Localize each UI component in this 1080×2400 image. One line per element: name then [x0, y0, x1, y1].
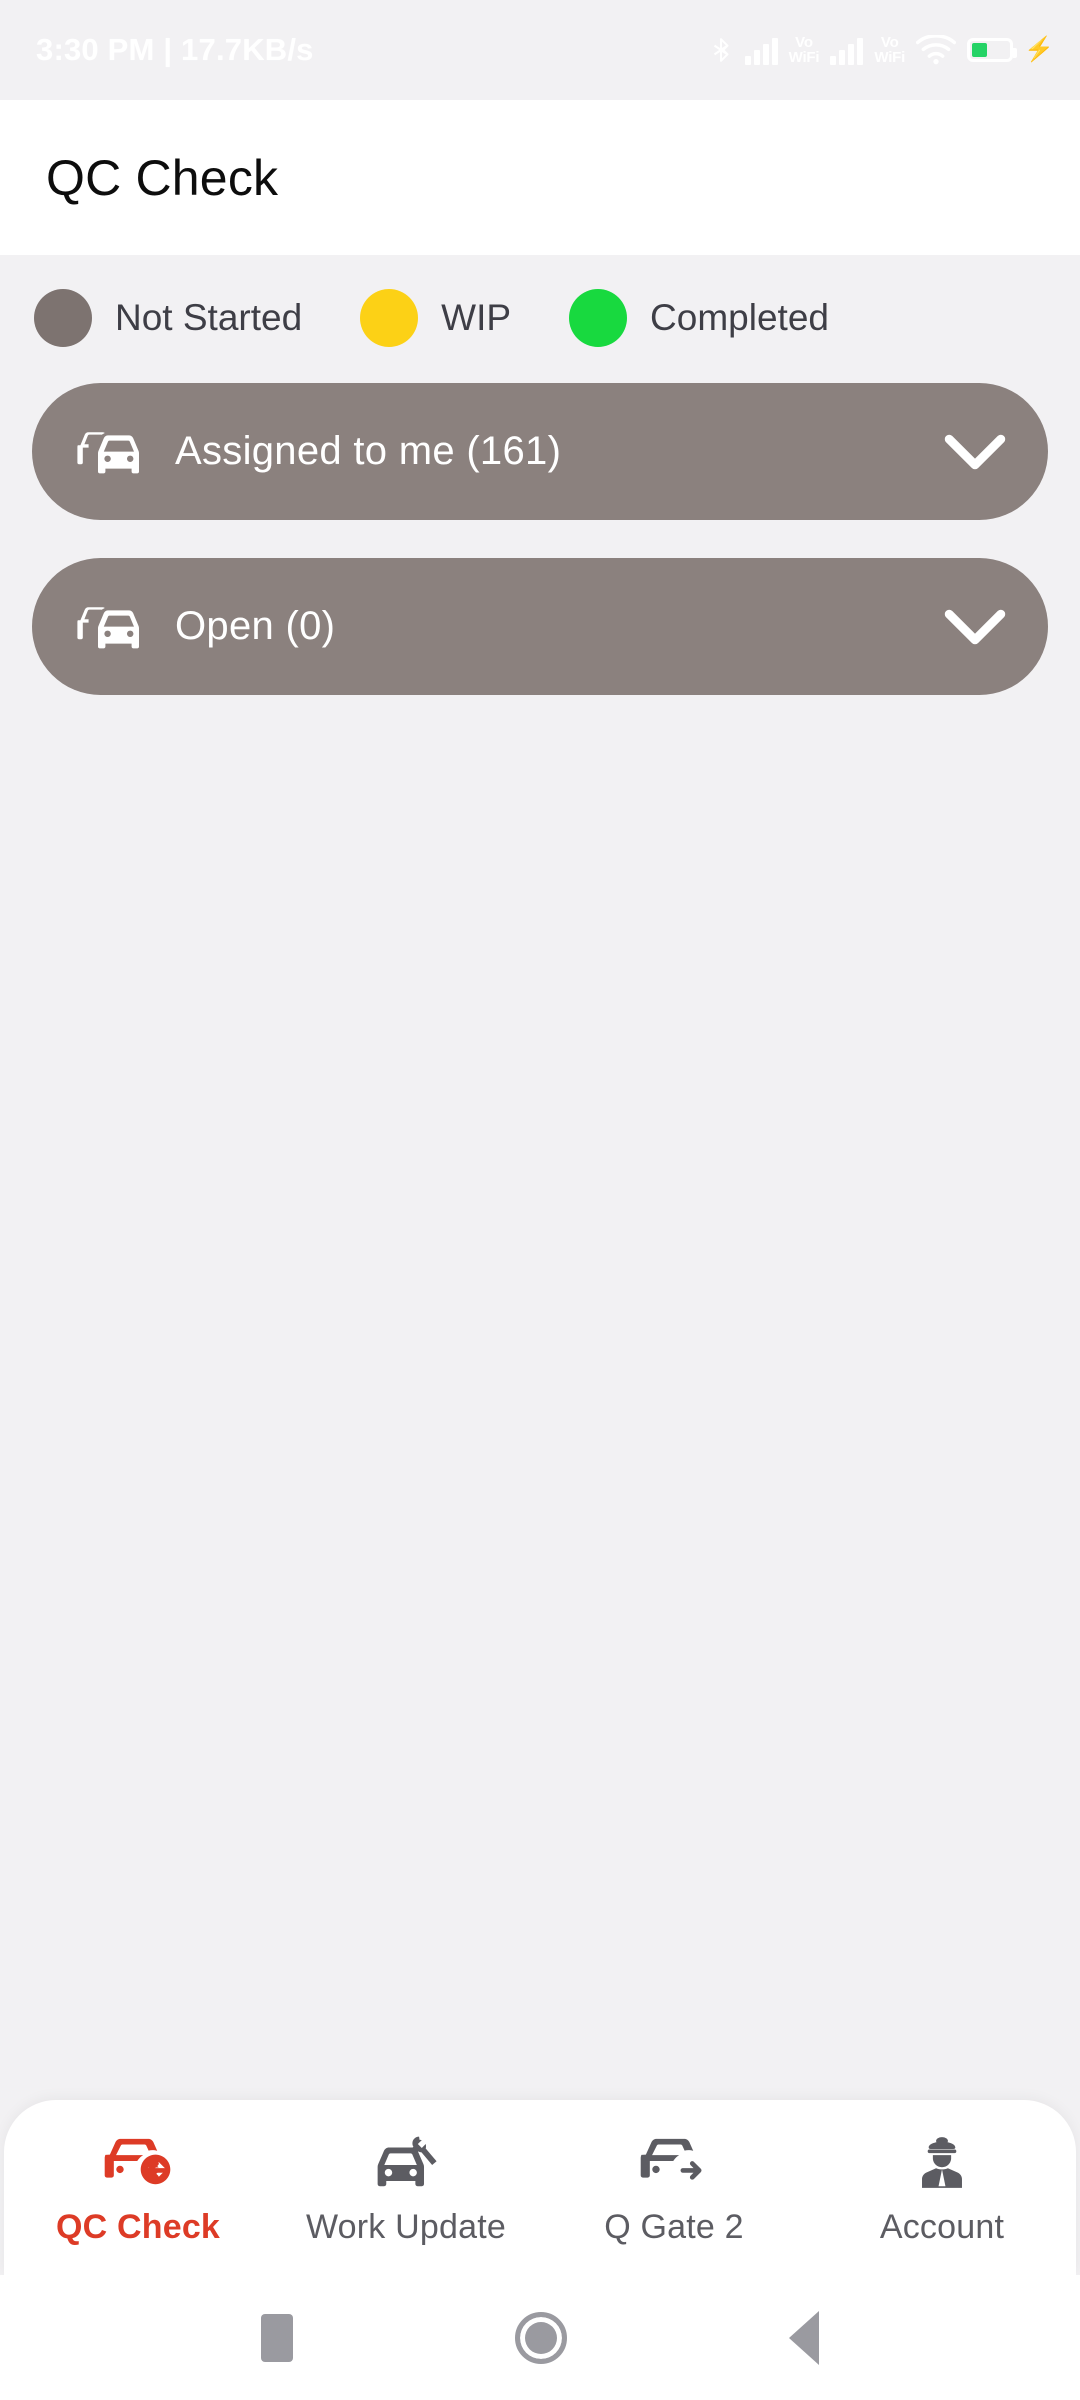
car-wrench-icon — [369, 2129, 443, 2199]
main-content: Not Started WIP Completed Assigned to me… — [0, 255, 1080, 2100]
back-triangle-icon[interactable] — [789, 2310, 819, 2365]
nav-tab-qc-check[interactable]: QC Check — [4, 2129, 272, 2247]
home-circle-icon[interactable] — [515, 2311, 567, 2364]
app-screen: 3:30 PM | 17.7KB/s Vo WiFi Vo WiFi ⚡ QC … — [0, 0, 1080, 2400]
accordion-open[interactable]: Open (0) — [32, 558, 1048, 695]
battery-fill — [972, 43, 987, 57]
nav-label-q-gate-2: Q Gate 2 — [604, 2207, 744, 2246]
nav-tab-account[interactable]: Account — [808, 2129, 1076, 2247]
legend-item-wip: WIP — [360, 289, 511, 347]
wip-dot-icon — [360, 289, 419, 347]
nav-tab-q-gate-2[interactable]: Q Gate 2 — [540, 2129, 808, 2247]
android-system-nav — [0, 2275, 1080, 2400]
vowifi-line-2: WiFi — [788, 49, 820, 66]
legend-label-not-started: Not Started — [115, 297, 303, 338]
cars-fleet-icon-2 — [76, 601, 142, 653]
app-header: QC Check — [0, 100, 1080, 255]
wifi-icon — [916, 35, 957, 65]
status-bar: 3:30 PM | 17.7KB/s Vo WiFi Vo WiFi ⚡ — [0, 0, 1080, 100]
legend-item-completed: Completed — [569, 289, 829, 347]
chevron-down-icon-2[interactable] — [944, 608, 1006, 646]
page-title: QC Check — [46, 149, 279, 206]
nav-label-account: Account — [879, 2207, 1005, 2246]
status-legend: Not Started WIP Completed — [34, 289, 1048, 347]
cars-fleet-icon — [76, 426, 142, 478]
accordion-label-open: Open (0) — [175, 604, 336, 648]
signal-bars-icon-2 — [830, 35, 864, 65]
bluetooth-icon — [708, 34, 734, 66]
legend-label-wip: WIP — [441, 297, 512, 338]
not-started-dot-icon — [34, 289, 92, 347]
status-icons: Vo WiFi Vo WiFi ⚡ — [708, 34, 1054, 66]
signal-bars-icon — [744, 35, 778, 65]
accordion-assigned-to-me[interactable]: Assigned to me (161) — [32, 383, 1048, 520]
nav-tab-work-update[interactable]: Work Update — [272, 2129, 540, 2247]
legend-item-not-started: Not Started — [34, 289, 302, 347]
car-arrow-right-icon — [637, 2129, 711, 2199]
battery-icon — [967, 38, 1018, 62]
driver-person-icon — [905, 2129, 979, 2199]
car-arrow-left-icon — [101, 2129, 175, 2199]
recents-square-icon[interactable] — [261, 2313, 293, 2362]
chevron-down-icon[interactable] — [944, 433, 1006, 471]
nav-label-qc-check: QC Check — [55, 2207, 221, 2246]
completed-dot-icon — [569, 289, 628, 347]
legend-label-completed: Completed — [650, 297, 829, 338]
accordion-label-assigned-to-me: Assigned to me (161) — [175, 429, 562, 473]
bottom-navigation: QC Check Work Update Q Gate 2 Account — [4, 2100, 1076, 2275]
vowifi-label-1: Vo WiFi — [789, 35, 820, 65]
vowifi-2-line-2: WiFi — [874, 49, 906, 66]
status-time-and-speed: 3:30 PM | 17.7KB/s — [36, 32, 314, 67]
nav-label-work-update: Work Update — [306, 2207, 506, 2246]
charging-bolt-icon: ⚡ — [1024, 36, 1054, 63]
vowifi-label-2: Vo WiFi — [874, 35, 905, 65]
